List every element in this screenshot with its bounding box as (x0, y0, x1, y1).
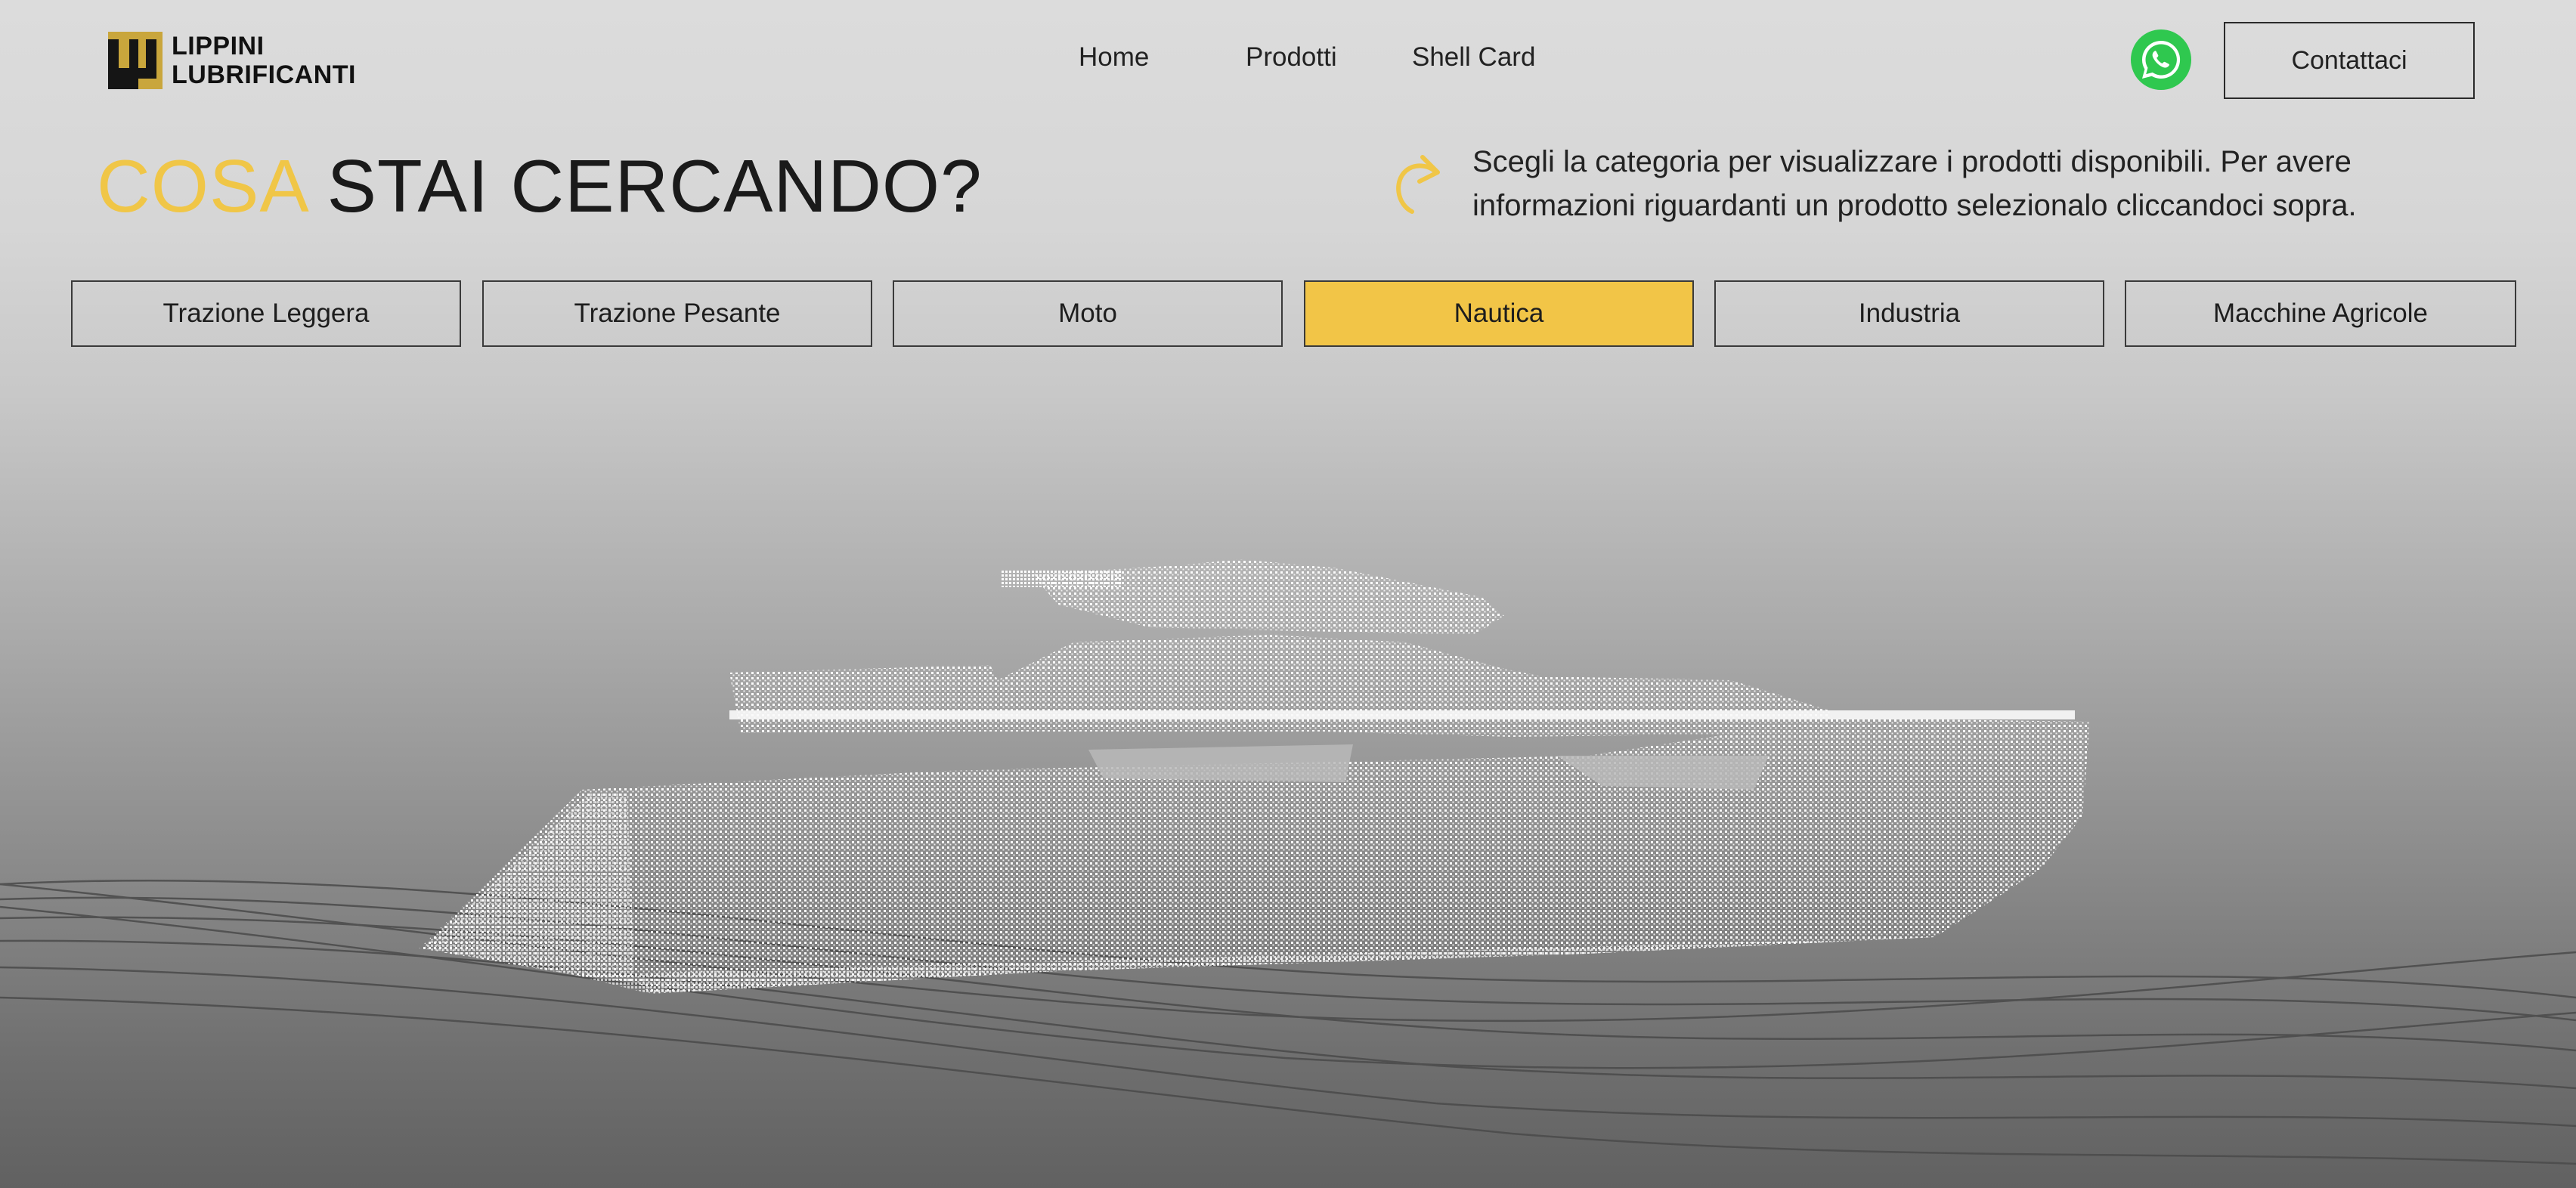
logo-line-2: LUBRIFICANTI (172, 60, 356, 89)
boat-cabin (729, 559, 2075, 737)
nav-prodotti[interactable]: Prodotti (1246, 42, 1337, 73)
whatsapp-icon[interactable] (2129, 28, 2193, 91)
category-industria[interactable]: Industria (1714, 280, 2104, 347)
category-nautica[interactable]: Nautica (1304, 280, 1694, 347)
curved-arrow-icon (1396, 155, 1440, 214)
nav-shell-card[interactable]: Shell Card (1412, 42, 1535, 73)
page-title: COSA STAI CERCANDO? (97, 144, 983, 229)
category-trazione-pesante[interactable]: Trazione Pesante (482, 280, 872, 347)
logo-text: LIPPINI LUBRIFICANTI (172, 32, 356, 89)
brand-logo[interactable]: LIPPINI LUBRIFICANTI (108, 30, 365, 91)
intro-text: Scegli la categoria per visualizzare i p… (1472, 145, 2357, 222)
nav-home[interactable]: Home (1079, 42, 1149, 73)
category-moto[interactable]: Moto (893, 280, 1283, 347)
page-title-accent: COSA (97, 144, 306, 227)
category-trazione-leggera[interactable]: Trazione Leggera (71, 280, 461, 347)
boat-pointcloud-illustration (0, 559, 2576, 1165)
page-title-rest: STAI CERCANDO? (327, 144, 983, 227)
category-macchine-agricole[interactable]: Macchine Agricole (2125, 280, 2516, 347)
contact-button[interactable]: Contattaci (2224, 22, 2475, 99)
logo-mark-icon (108, 32, 163, 89)
logo-line-1: LIPPINI (172, 32, 265, 60)
